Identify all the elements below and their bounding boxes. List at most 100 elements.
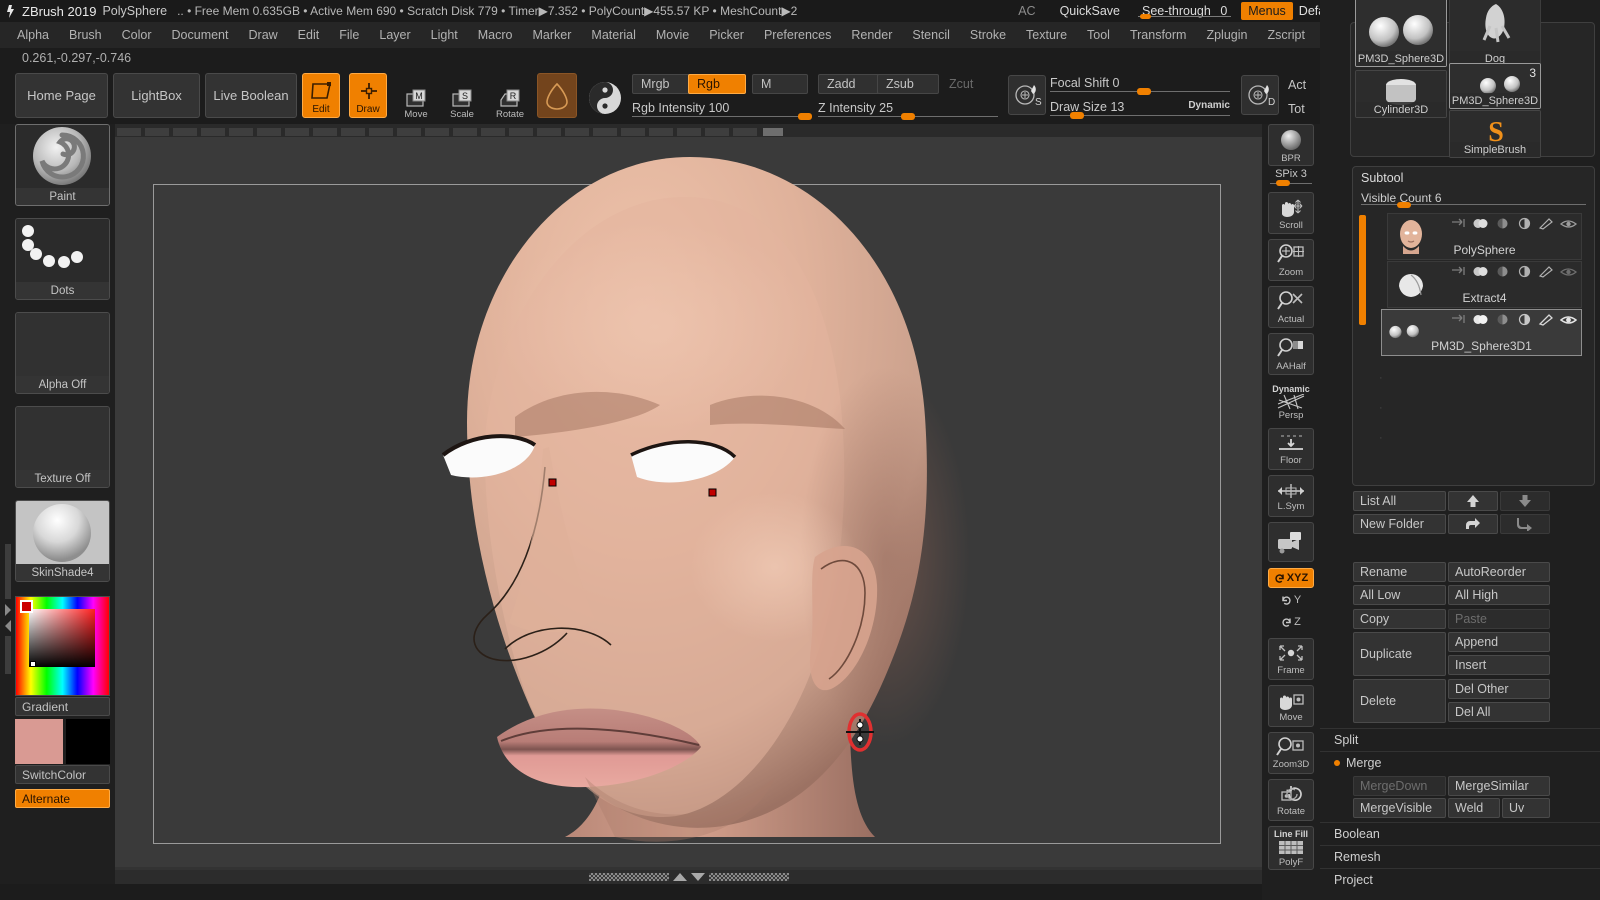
all-low-button[interactable]: All Low [1353,585,1446,605]
menu-tool[interactable]: Tool [1078,25,1119,45]
move-3d-button[interactable]: Move [1268,685,1314,727]
scrollbar-left-handle[interactable] [588,873,669,881]
line-fill-button[interactable]: Line Fill PolyF [1268,826,1314,870]
subtool-row-pm3d-sphere3d1[interactable]: PM3D_Sphere3D1 [1381,309,1582,356]
bpr-button[interactable]: BPR [1268,124,1314,166]
switch-color-button[interactable]: SwitchColor [15,765,110,784]
subtool-contrast-icon[interactable] [1516,313,1533,326]
scroll-down-icon[interactable] [690,873,705,881]
menu-macro[interactable]: Macro [469,25,522,45]
menu-marker[interactable]: Marker [524,25,581,45]
subtool-half-circle-icon[interactable] [1494,217,1511,230]
z-axis-button[interactable]: Z [1268,612,1314,632]
scrollbar-right-handle[interactable] [708,873,789,881]
visible-count-knob[interactable] [1397,202,1411,208]
menu-document[interactable]: Document [163,25,238,45]
sculpt-canvas[interactable] [115,137,1262,867]
new-folder-button[interactable]: New Folder [1353,514,1446,534]
aahalf-button[interactable]: AAHalf [1268,333,1314,375]
menu-texture[interactable]: Texture [1017,25,1076,45]
focal-shift-slider[interactable]: Focal Shift 0 [1050,76,1230,95]
edit-button[interactable]: Edit [302,73,340,118]
z-intensity-knob[interactable] [901,113,915,120]
menu-render[interactable]: Render [842,25,901,45]
canvas-top-scrollbar[interactable] [115,124,1262,137]
tool-cell-pm3d-sphere3d[interactable]: PM3D_Sphere3D [1355,0,1447,67]
move-into-folder-button[interactable] [1448,514,1498,534]
move-out-folder-button[interactable] [1500,514,1550,534]
head-model-3d[interactable] [115,137,1262,867]
brush-selector[interactable]: Paint [15,124,110,206]
z-intensity-slider[interactable]: Z Intensity 25 [818,101,998,120]
mrgb-toggle[interactable]: Mrgb [632,74,696,94]
zcut-toggle[interactable]: Zcut [940,74,1002,94]
merge-visible-button[interactable]: MergeVisible [1353,798,1446,818]
y-axis-button[interactable]: Y [1268,590,1314,610]
append-button[interactable]: Append [1448,632,1550,652]
subtool-pencil-icon[interactable] [1538,265,1555,278]
color-picker[interactable] [15,596,110,696]
subtool-eye-icon[interactable] [1560,217,1577,230]
project-section[interactable]: Project [1320,868,1600,891]
m-toggle[interactable]: M [752,74,808,94]
menu-picker[interactable]: Picker [700,25,753,45]
move-down-button[interactable] [1500,491,1550,511]
rgb-intensity-slider[interactable]: Rgb Intensity 100 [632,101,812,120]
left-shelf-grip[interactable] [4,544,12,674]
subtool-contrast-icon[interactable] [1516,217,1533,230]
subtool-eye-icon[interactable] [1560,265,1577,278]
uv-button[interactable]: Uv [1502,798,1550,818]
draw-size-knob[interactable] [1070,112,1084,119]
xyz-button[interactable]: XYZ [1268,568,1314,588]
menu-light[interactable]: Light [422,25,467,45]
del-other-button[interactable]: Del Other [1448,679,1550,699]
subtool-eye-visibility-icon[interactable] [1472,217,1489,230]
rgb-toggle[interactable]: Rgb [688,74,746,94]
menu-file[interactable]: File [330,25,368,45]
material-preview-button[interactable] [537,73,577,118]
subtool-arrow-icon[interactable] [1450,265,1467,278]
stroke-selector[interactable]: Dots [15,218,110,300]
brush-size-s-button[interactable]: S [1008,75,1046,115]
alternate-button[interactable]: Alternate [15,789,110,808]
lsym-button[interactable]: L.Sym [1268,475,1314,517]
floor-button[interactable]: Floor [1268,428,1314,470]
live-boolean-button[interactable]: Live Boolean [205,73,297,118]
menu-layer[interactable]: Layer [370,25,419,45]
draw-size-slider[interactable]: Draw Size 13 Dynamic [1050,100,1230,119]
insert-button[interactable]: Insert [1448,655,1550,675]
menu-material[interactable]: Material [582,25,644,45]
list-all-button[interactable]: List All [1353,491,1446,511]
rotate-3d-button[interactable]: Rotate [1268,779,1314,821]
menu-color[interactable]: Color [113,25,161,45]
merge-section[interactable]: Merge [1320,751,1600,774]
remesh-section[interactable]: Remesh [1320,845,1600,868]
subtool-arrow-icon[interactable] [1450,217,1467,230]
menu-stencil[interactable]: Stencil [903,25,959,45]
move-up-button[interactable] [1448,491,1498,511]
gradient-button[interactable]: Gradient [15,697,110,716]
subtool-eye-icon[interactable] [1560,313,1577,326]
spix-knob[interactable] [1276,180,1290,186]
menu-alpha[interactable]: Alpha [8,25,58,45]
move-button[interactable]: M Move [397,80,435,120]
subtool-pencil-icon[interactable] [1538,217,1555,230]
main-color-swatch[interactable] [15,719,63,764]
tool-cell-cylinder3d[interactable]: Cylinder3D [1355,70,1447,118]
split-section[interactable]: Split [1320,728,1600,751]
tool-cell-pm3d-sphere3d-1[interactable]: 3 PM3D_Sphere3D [1449,63,1541,109]
lightbox-button[interactable]: LightBox [113,73,200,118]
menu-brush[interactable]: Brush [60,25,111,45]
material-selector[interactable]: SkinShade4 [15,500,110,582]
del-all-button[interactable]: Del All [1448,702,1550,722]
tool-cell-dog[interactable]: Dog [1449,0,1541,67]
color-sv-square[interactable] [29,609,95,667]
zadd-toggle[interactable]: Zadd [818,74,880,94]
home-page-button[interactable]: Home Page [15,73,108,118]
persp-button[interactable]: Dynamic Persp [1268,380,1314,424]
weld-button[interactable]: Weld [1448,798,1500,818]
duplicate-button[interactable]: Duplicate [1353,632,1446,676]
tool-cell-simplebrush[interactable]: S SimpleBrush [1449,110,1541,158]
draw-button[interactable]: Draw [349,73,387,118]
menu-zscript[interactable]: Zscript [1258,25,1314,45]
